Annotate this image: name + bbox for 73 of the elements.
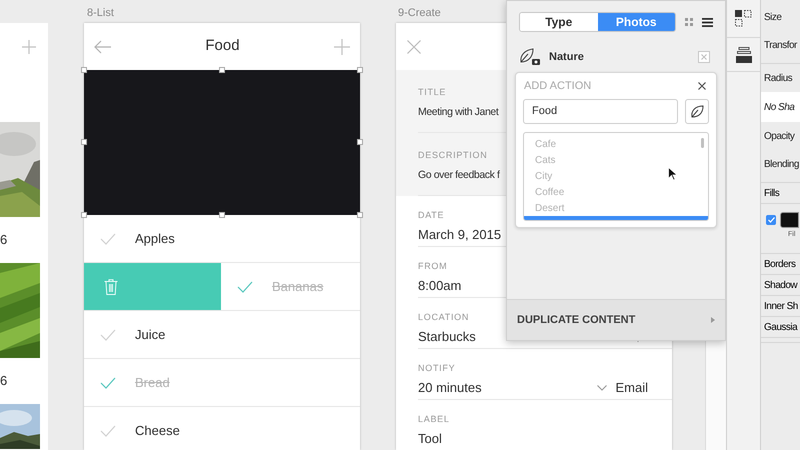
- resize-handle[interactable]: [81, 67, 87, 73]
- field-label: DESCRIPTION: [418, 149, 488, 161]
- pointer-icon: [668, 167, 677, 181]
- collection-name: Nature: [549, 50, 584, 65]
- tab[interactable]: Type: [520, 13, 598, 31]
- field-value: March 9, 2015: [418, 227, 502, 243]
- property-label: Blending: [763, 158, 800, 172]
- input-field[interactable]: Food: [523, 99, 678, 124]
- close-icon[interactable]: [698, 82, 706, 90]
- resize-handle[interactable]: [219, 67, 225, 73]
- resize-handle[interactable]: [357, 67, 363, 73]
- item-label: Bread: [135, 374, 170, 392]
- check-icon[interactable]: [100, 328, 116, 340]
- property-label: Transfor: [763, 38, 798, 52]
- card-caption: 6: [0, 231, 8, 250]
- card-title: ADD ACTION: [524, 78, 592, 94]
- resize-handle[interactable]: [357, 139, 363, 145]
- check-icon[interactable]: [237, 280, 253, 292]
- resize-handle[interactable]: [219, 212, 225, 218]
- value-field[interactable]: No Sha: [761, 92, 800, 122]
- resize-handle[interactable]: [81, 139, 87, 145]
- check-icon: [768, 217, 774, 223]
- section-header[interactable]: Borders: [761, 254, 800, 275]
- field-label: LABEL: [418, 413, 450, 425]
- card-caption: 6: [0, 372, 8, 390]
- artboard-label: 8-List: [87, 6, 114, 20]
- property-label: Opacity: [763, 130, 796, 144]
- check-icon[interactable]: [100, 424, 116, 436]
- leaf-icon: [690, 105, 704, 118]
- section-header[interactable]: Gaussia: [761, 317, 800, 338]
- list-view-icon[interactable]: [702, 18, 713, 26]
- section-header[interactable]: DUPLICATE CONTENT: [507, 299, 725, 340]
- item-label: Bananas: [272, 278, 324, 296]
- artboard-label: 9-Create: [398, 6, 441, 20]
- property-label: Size: [763, 10, 782, 24]
- check-icon[interactable]: [100, 232, 116, 244]
- field-value: Meeting with Janet: [418, 105, 498, 120]
- check-icon[interactable]: [100, 376, 116, 388]
- item-label: Cheese: [135, 422, 180, 440]
- back-arrow-icon[interactable]: [94, 40, 111, 54]
- leaf-button[interactable]: [685, 99, 709, 124]
- select-value[interactable]: Email: [615, 380, 648, 396]
- trash-icon: [104, 278, 118, 294]
- grid-view-icon[interactable]: [685, 18, 693, 26]
- field-value: Starbucks: [418, 329, 476, 345]
- property-label: Radius: [763, 72, 794, 86]
- resize-handle[interactable]: [81, 212, 87, 218]
- chevron-down-icon[interactable]: [597, 385, 608, 391]
- field-label: DATE: [418, 209, 444, 221]
- scrollbar[interactable]: [701, 138, 704, 148]
- color-swatch[interactable]: [780, 212, 799, 228]
- field-value: Tool: [418, 431, 442, 447]
- field-label: NOTIFY: [418, 362, 456, 374]
- checkbox[interactable]: [766, 215, 776, 225]
- field-label: LOCATION: [418, 311, 470, 323]
- field-value: Go over feedback f: [418, 168, 500, 183]
- item-label: Juice: [135, 326, 166, 344]
- field-label: TITLE: [418, 86, 446, 98]
- plus-icon[interactable]: [334, 38, 350, 54]
- plus-icon[interactable]: [22, 40, 36, 54]
- item-label: Apples: [135, 230, 175, 248]
- layout-icon[interactable]: [735, 10, 752, 27]
- layers-icon[interactable]: [736, 46, 752, 62]
- section-header[interactable]: Fills: [761, 183, 800, 204]
- leaf-camera-icon: [519, 48, 541, 66]
- field-value: 8:00am: [418, 278, 462, 294]
- resize-handle[interactable]: [357, 212, 363, 218]
- caret-right-icon: [711, 317, 715, 323]
- section-header[interactable]: Shadow: [761, 275, 800, 296]
- section-header[interactable]: Inner Sh: [761, 296, 800, 317]
- field-value: 20 minutes: [418, 380, 482, 396]
- screen-title: Food: [205, 36, 240, 56]
- field-label: FROM: [418, 260, 448, 272]
